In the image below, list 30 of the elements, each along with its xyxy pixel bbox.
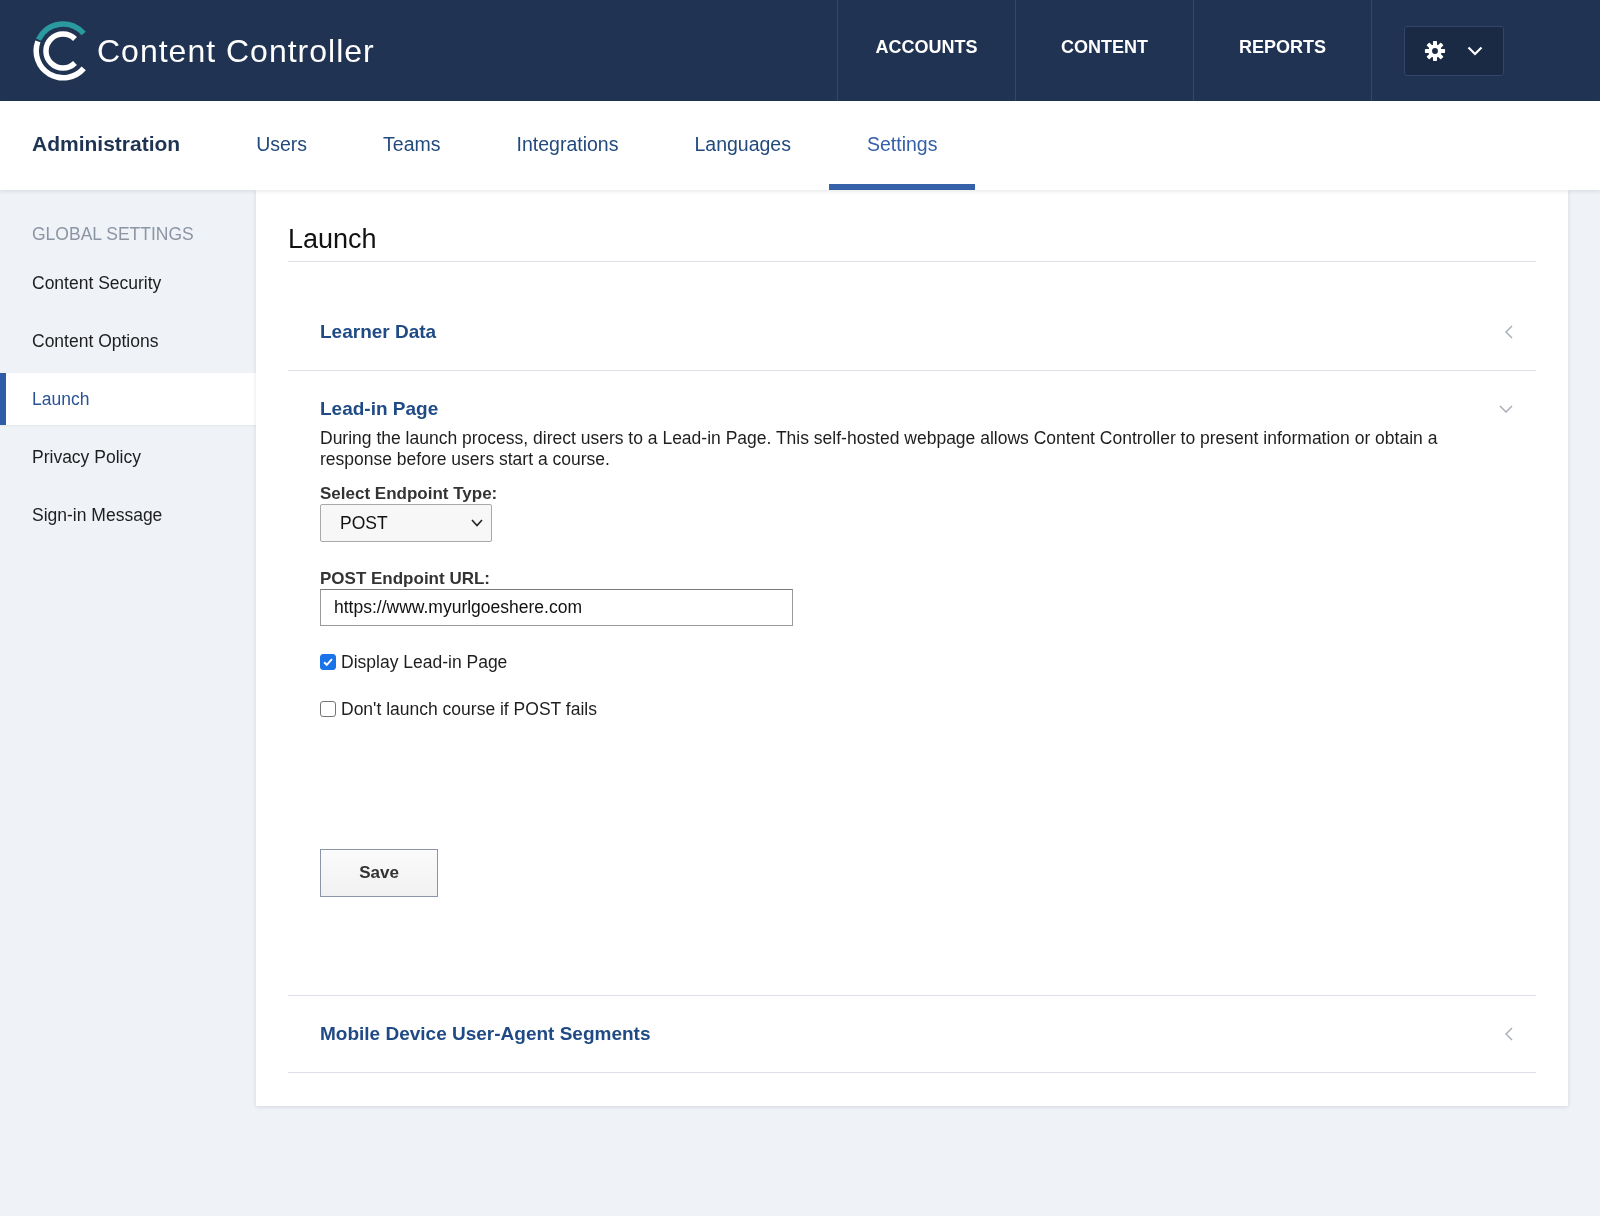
sidebar-item[interactable]: Launch xyxy=(0,373,256,425)
checkbox[interactable] xyxy=(320,701,336,717)
settings-menu-button[interactable] xyxy=(1404,26,1504,76)
section-description: During the launch process, direct users to a Lead-in Page. This self-hosted webpage allows Content Controller to present information or obtain a response before users start a course. xyxy=(320,428,1439,470)
section-heading: Administration xyxy=(31,131,181,157)
tab[interactable]: Integrations xyxy=(478,101,657,190)
tab[interactable]: Users xyxy=(218,101,346,190)
caret-icon xyxy=(471,519,483,527)
chevron-down-icon xyxy=(1467,46,1483,56)
field-label: Select Endpoint Type: xyxy=(320,483,498,504)
text-input[interactable]: https://www.myurlgoeshere.com xyxy=(320,589,793,626)
logo-text: Content Controller xyxy=(97,32,375,70)
checkbox-label[interactable]: Display Lead-in Page xyxy=(341,651,508,673)
sidebar-heading: GLOBAL SETTINGS xyxy=(31,224,195,244)
tab[interactable]: Languages xyxy=(656,101,829,190)
settings-icon xyxy=(1424,40,1446,62)
section-title[interactable]: Mobile Device User-Agent Segments xyxy=(320,1023,651,1045)
sidebar-item[interactable]: Privacy Policy xyxy=(0,431,256,483)
section-title[interactable]: Learner Data xyxy=(320,321,437,343)
save-button[interactable]: Save xyxy=(320,849,438,897)
checkbox-label[interactable]: Don't launch course if POST fails xyxy=(341,698,597,720)
sidebar-item[interactable]: Sign-in Message xyxy=(0,489,256,541)
checkbox[interactable] xyxy=(320,654,336,670)
page-title: Launch xyxy=(288,223,378,256)
tab[interactable]: Teams xyxy=(345,101,479,190)
sidebar-item[interactable]: Content Security xyxy=(0,257,256,309)
sidebar-item[interactable]: Content Options xyxy=(0,315,256,367)
section-title[interactable]: Lead-in Page xyxy=(320,398,439,420)
select-dropdown[interactable]: POST xyxy=(320,504,492,542)
field-label: POST Endpoint URL: xyxy=(320,568,490,589)
